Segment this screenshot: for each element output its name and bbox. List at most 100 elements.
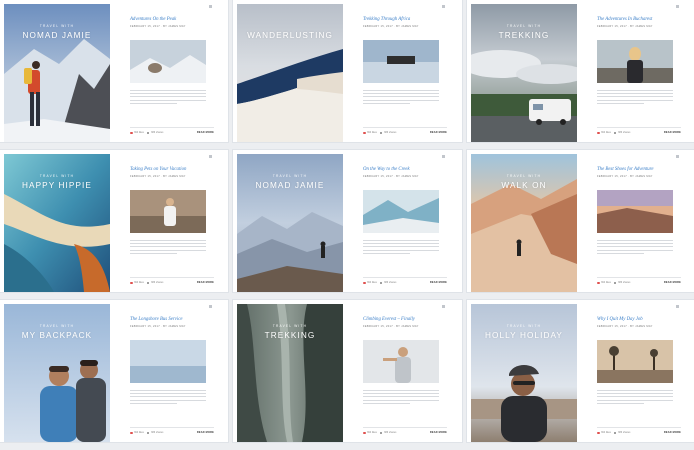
comment-icon[interactable] [147, 131, 150, 134]
template-card[interactable]: TRAVEL WITH TREKKING The Adventures In B… [467, 0, 694, 142]
comment-icon[interactable] [147, 281, 150, 284]
more-icon[interactable] [442, 5, 446, 9]
cover-title: HAPPY HIPPIE [22, 181, 92, 190]
heart-icon[interactable] [130, 281, 133, 285]
read-more-link[interactable]: READ MORE [197, 431, 214, 434]
cover-title: NOMAD JAMIE [255, 181, 325, 190]
article-title[interactable]: On the Way to the Creek [363, 167, 455, 172]
heart-icon[interactable] [130, 431, 133, 435]
more-icon[interactable] [209, 5, 213, 9]
divider [363, 127, 447, 128]
article-title[interactable]: The Longshore Bus Service [130, 317, 222, 322]
read-more-link[interactable]: READ MORE [664, 131, 681, 134]
divider [597, 277, 681, 278]
more-icon[interactable] [442, 305, 446, 309]
heart-icon[interactable] [597, 431, 600, 435]
comment-icon[interactable] [380, 131, 383, 134]
article-date: FEBRUARY 15, 2017 · BY JAMES MAY [363, 325, 419, 328]
comment-icon[interactable] [614, 281, 617, 284]
more-icon[interactable] [209, 155, 213, 159]
read-more-link[interactable]: READ MORE [430, 131, 447, 134]
article-panel: Why I Quit My Day Job FEBRUARY 15, 2017 … [585, 300, 685, 442]
likes-count: 364 likes [134, 281, 144, 284]
cover-kicker: TRAVEL WITH [272, 174, 308, 178]
heart-icon[interactable] [363, 131, 366, 135]
divider [130, 127, 214, 128]
article-photo [597, 340, 673, 383]
article-panel: The Adventures In Bucharest FEBRUARY 15,… [585, 0, 685, 142]
article-excerpt [130, 90, 206, 106]
heart-icon[interactable] [597, 281, 600, 285]
more-icon[interactable] [676, 155, 680, 159]
read-more-link[interactable]: READ MORE [430, 431, 447, 434]
cover-image: WANDERLUSTING [237, 4, 343, 142]
article-title[interactable]: The Best Shoes for Adventure [597, 167, 689, 172]
template-card[interactable]: TRAVEL WITH WALK ON The Best Shoes for A… [467, 150, 694, 292]
more-icon[interactable] [676, 5, 680, 9]
article-excerpt [130, 240, 206, 256]
cover-image: TRAVEL WITH HAPPY HIPPIE [4, 154, 110, 292]
cover-image: TRAVEL WITH NOMAD JAMIE [4, 4, 110, 142]
cover-kicker: TRAVEL WITH [506, 174, 542, 178]
heart-icon[interactable] [363, 431, 366, 435]
template-card[interactable]: TRAVEL WITH NOMAD JAMIE Adventures On th… [0, 0, 228, 142]
heart-icon[interactable] [363, 281, 366, 285]
template-card[interactable]: TRAVEL WITH MY BACKPACK The Longshore Bu… [0, 300, 228, 442]
more-icon[interactable] [442, 155, 446, 159]
article-photo [363, 190, 439, 233]
article-excerpt [597, 90, 673, 106]
likes-count: 364 likes [134, 431, 144, 434]
article-title[interactable]: Why I Quit My Day Job [597, 317, 689, 322]
cover-kicker: TRAVEL WITH [39, 174, 75, 178]
read-more-link[interactable]: READ MORE [664, 281, 681, 284]
article-title[interactable]: The Adventures In Bucharest [597, 17, 689, 22]
cover-image: TRAVEL WITH TREKKING [471, 4, 577, 142]
read-more-link[interactable]: READ MORE [430, 281, 447, 284]
template-card[interactable]: TRAVEL WITH HAPPY HIPPIE Taking Pets on … [0, 150, 228, 292]
shares-count: 386 shares [384, 431, 397, 434]
article-panel: The Best Shoes for Adventure FEBRUARY 15… [585, 150, 685, 292]
more-icon[interactable] [676, 305, 680, 309]
article-footer: 364 likes 386 shares READ MORE [363, 431, 447, 436]
heart-icon[interactable] [130, 131, 133, 135]
likes-count: 364 likes [367, 131, 377, 134]
template-card[interactable]: TRAVEL WITH TREKKING Climbing Everest – … [233, 300, 462, 442]
comment-icon[interactable] [380, 431, 383, 434]
article-photo [130, 340, 206, 383]
comment-icon[interactable] [614, 431, 617, 434]
article-footer: 364 likes 386 shares READ MORE [130, 131, 214, 136]
divider [363, 277, 447, 278]
template-card[interactable]: TRAVEL WITH HOLLY HOLIDAY Why I Quit My … [467, 300, 694, 442]
template-card[interactable]: WANDERLUSTING Trekking Through Africa FE… [233, 0, 462, 142]
read-more-link[interactable]: READ MORE [197, 281, 214, 284]
comment-icon[interactable] [614, 131, 617, 134]
article-photo [597, 190, 673, 233]
article-date: FEBRUARY 15, 2017 · BY JAMES MAY [130, 25, 186, 28]
read-more-link[interactable]: READ MORE [664, 431, 681, 434]
cover-title: TREKKING [264, 331, 316, 340]
article-title[interactable]: Adventures On the Peak [130, 17, 222, 22]
cover-kicker: TRAVEL WITH [506, 324, 542, 328]
article-excerpt [363, 90, 439, 106]
article-panel: Taking Pets on Your Vacation FEBRUARY 15… [118, 150, 218, 292]
article-date: FEBRUARY 15, 2017 · BY JAMES MAY [597, 175, 653, 178]
heart-icon[interactable] [597, 131, 600, 135]
article-footer: 364 likes 386 shares READ MORE [363, 131, 447, 136]
article-title[interactable]: Climbing Everest – Finally [363, 317, 455, 322]
article-excerpt [597, 240, 673, 256]
article-title[interactable]: Trekking Through Africa [363, 17, 455, 22]
more-icon[interactable] [209, 305, 213, 309]
read-more-link[interactable]: READ MORE [197, 131, 214, 134]
article-panel: The Longshore Bus Service FEBRUARY 15, 2… [118, 300, 218, 442]
template-card[interactable]: TRAVEL WITH NOMAD JAMIE On the Way to th… [233, 150, 462, 292]
divider [130, 427, 214, 428]
article-title[interactable]: Taking Pets on Your Vacation [130, 167, 222, 172]
comment-icon[interactable] [380, 281, 383, 284]
comment-icon[interactable] [147, 431, 150, 434]
article-photo [130, 40, 206, 83]
article-date: FEBRUARY 15, 2017 · BY JAMES MAY [130, 325, 186, 328]
article-footer: 364 likes 386 shares READ MORE [597, 431, 681, 436]
cover-title: WANDERLUSTING [247, 31, 333, 40]
cover-image: TRAVEL WITH MY BACKPACK [4, 304, 110, 442]
cover-kicker: TRAVEL WITH [39, 24, 75, 28]
